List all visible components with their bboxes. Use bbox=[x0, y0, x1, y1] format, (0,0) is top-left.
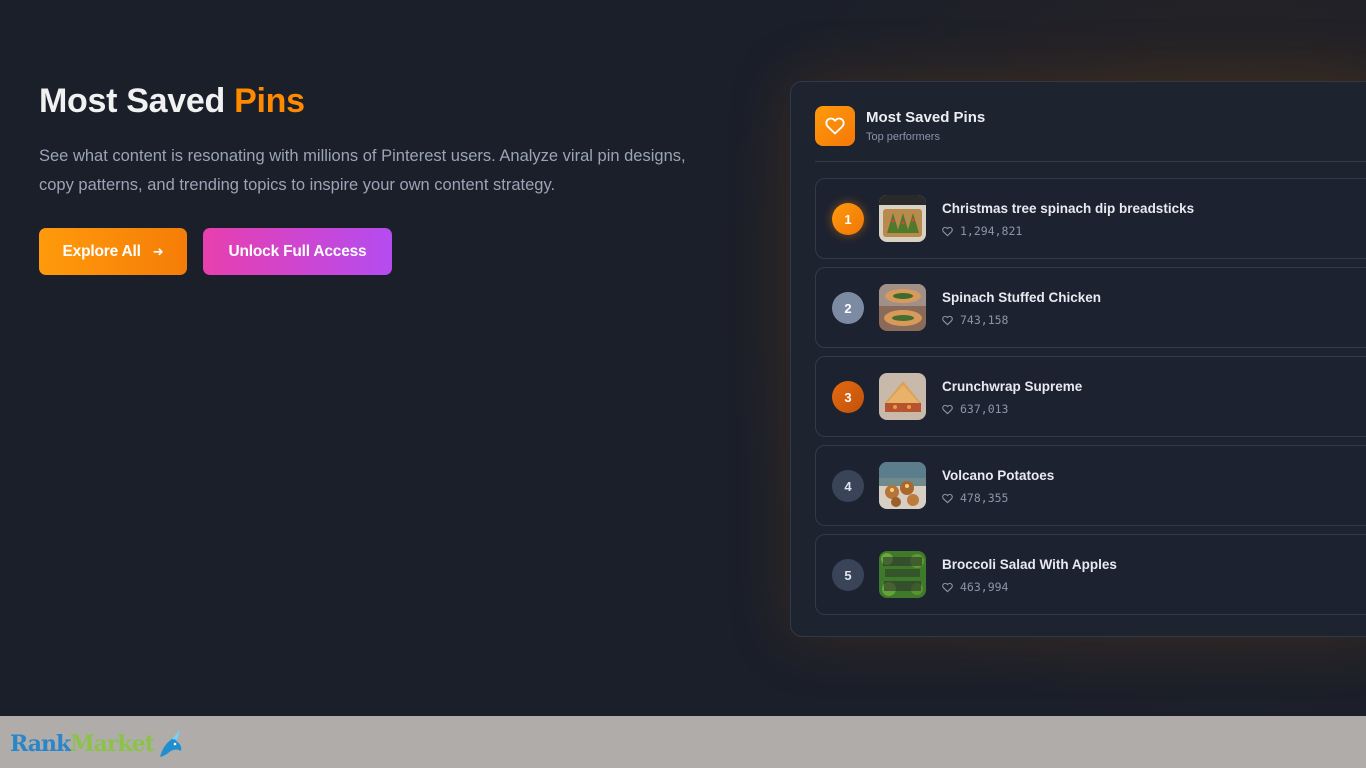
logo-rank-text: Rank bbox=[10, 731, 71, 757]
pin-thumbnail bbox=[879, 373, 926, 420]
page-stage: Most Saved Pins See what content is reso… bbox=[0, 0, 1366, 716]
pin-row[interactable]: 4 Volcano Potatoes 478,355 bbox=[815, 445, 1366, 526]
pin-saves: 743,158 bbox=[942, 313, 1008, 327]
pin-saves: 1,294,821 bbox=[942, 224, 1022, 238]
rankmarket-logo[interactable]: Rank Market bbox=[10, 724, 184, 764]
rank-badge: 4 bbox=[832, 470, 864, 502]
footer-bar: Rank Market bbox=[0, 716, 1366, 768]
pin-thumbnail bbox=[879, 551, 926, 598]
most-saved-pins-panel: Most Saved Pins Top performers 1 Christm… bbox=[790, 81, 1366, 637]
explore-all-button[interactable]: Explore All ➜ bbox=[39, 228, 187, 275]
pin-saves: 463,994 bbox=[942, 580, 1008, 594]
heart-outline-icon bbox=[942, 226, 953, 237]
pin-title: Christmas tree spinach dip breadsticks bbox=[942, 201, 1195, 216]
heart-icon bbox=[815, 106, 855, 146]
pin-title: Broccoli Salad With Apples bbox=[942, 557, 1117, 572]
panel-title: Most Saved Pins bbox=[866, 109, 986, 126]
pin-saves: 637,013 bbox=[942, 402, 1008, 416]
explore-all-label: Explore All bbox=[62, 242, 141, 260]
pin-title: Crunchwrap Supreme bbox=[942, 379, 1083, 394]
panel-subtitle: Top performers bbox=[866, 131, 940, 143]
page-description: See what content is resonating with mill… bbox=[39, 147, 686, 194]
pin-thumbnail bbox=[879, 284, 926, 331]
rank-badge: 2 bbox=[832, 292, 864, 324]
heart-outline-icon bbox=[942, 493, 953, 504]
heart-outline-icon bbox=[942, 404, 953, 415]
rank-badge: 1 bbox=[832, 203, 864, 235]
save-count: 463,994 bbox=[960, 580, 1009, 594]
pin-row[interactable]: 1 Christmas tree spinach dip breadsticks… bbox=[815, 178, 1366, 259]
heart-outline-icon bbox=[942, 582, 953, 593]
pin-saves: 478,355 bbox=[942, 491, 1008, 505]
arrow-right-icon: ➜ bbox=[152, 243, 164, 259]
logo-market-text: Market bbox=[70, 731, 155, 757]
rank-badge: 5 bbox=[832, 559, 864, 591]
unlock-full-access-label: Unlock Full Access bbox=[228, 242, 367, 260]
panel-divider bbox=[815, 161, 1366, 162]
rank-badge: 3 bbox=[832, 381, 864, 413]
pin-thumbnail bbox=[879, 195, 926, 242]
save-count: 1,294,821 bbox=[960, 224, 1023, 238]
save-count: 478,355 bbox=[960, 491, 1009, 505]
pin-row[interactable]: 2 Spinach Stuffed Chicken 743,158 bbox=[815, 267, 1366, 348]
heart-outline-icon bbox=[942, 315, 953, 326]
pin-thumbnail bbox=[879, 462, 926, 509]
unlock-full-access-button[interactable]: Unlock Full Access bbox=[203, 228, 392, 275]
pin-row[interactable]: 3 Crunchwrap Supreme 637,013 bbox=[815, 356, 1366, 437]
pin-title: Spinach Stuffed Chicken bbox=[942, 290, 1102, 305]
title-main: Most Saved bbox=[39, 82, 235, 120]
title-accent: Pins bbox=[234, 82, 305, 120]
save-count: 637,013 bbox=[960, 402, 1009, 416]
pin-title: Volcano Potatoes bbox=[942, 468, 1055, 483]
save-count: 743,158 bbox=[960, 313, 1009, 327]
page-title: Most Saved Pins bbox=[39, 82, 305, 121]
unicorn-icon bbox=[156, 727, 184, 761]
pin-row[interactable]: 5 Broccoli Salad With Apples 463,994 bbox=[815, 534, 1366, 615]
